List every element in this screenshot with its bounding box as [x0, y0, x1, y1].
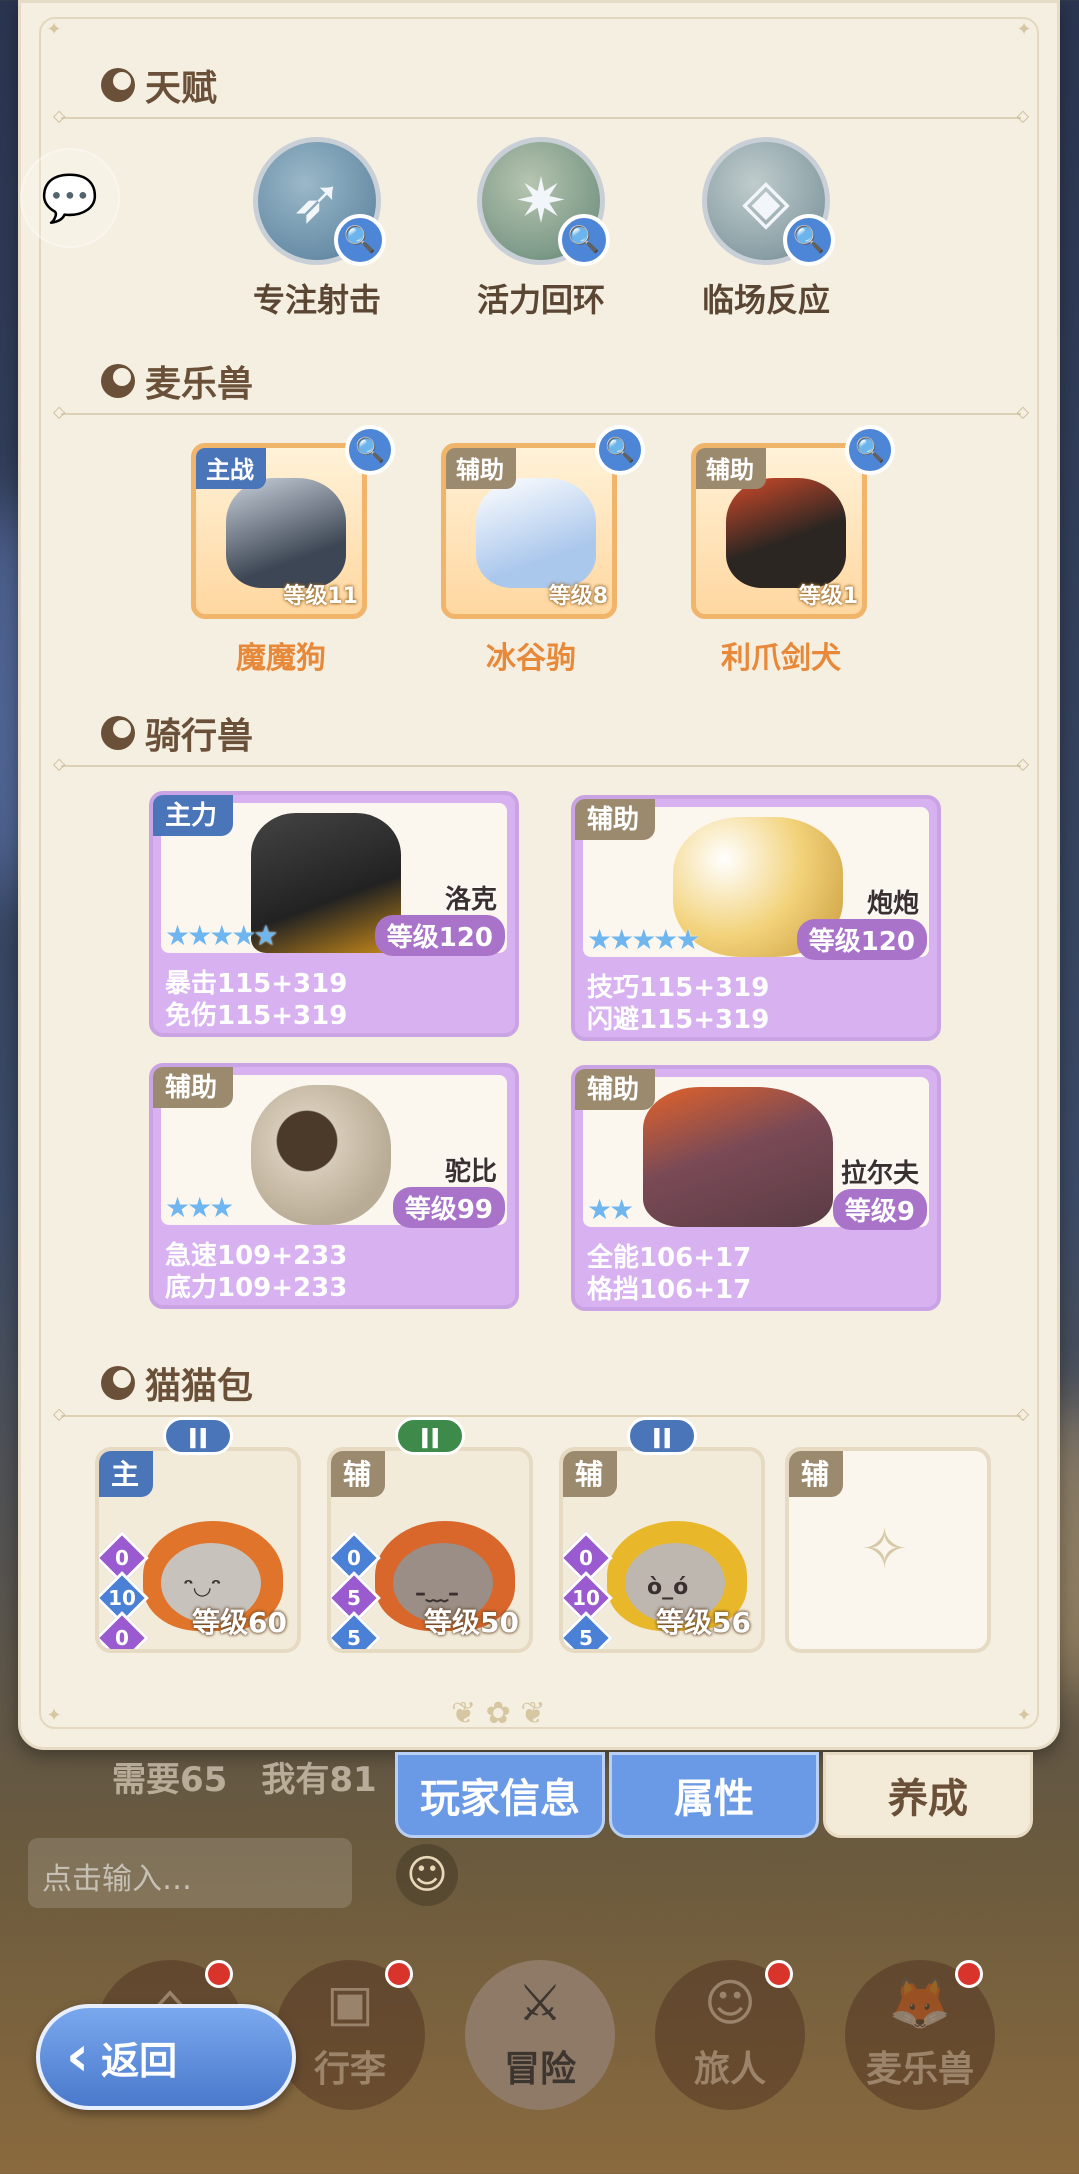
tab-attributes[interactable]: 属性: [609, 1752, 819, 1838]
tab-bar: 玩家信息 属性 养成: [395, 1752, 1033, 1838]
dragon-dog-icon: [226, 478, 346, 588]
pet-portrait: 辅助 等级8: [441, 443, 617, 619]
nav-circle: 🦊 麦乐兽: [845, 1960, 995, 2110]
pet-card[interactable]: 辅助 等级8 🔍 冰谷驹: [441, 425, 645, 677]
section-title-mounts: 骑行兽: [101, 707, 253, 759]
tab-player-info[interactable]: 玩家信息: [395, 1752, 605, 1838]
emoji-icon[interactable]: ☺: [396, 1844, 458, 1906]
gem-badge: 0: [99, 1611, 149, 1649]
gem-badge: 5: [331, 1611, 381, 1649]
star-burst-icon: ✷ 🔍: [477, 137, 610, 266]
bow-icon: ➶ 🔍: [253, 137, 386, 266]
corner-ornament-icon: ✦: [46, 19, 62, 40]
cat-card[interactable]: ò_ó 辅 0 10 5 等级56 II: [559, 1417, 765, 1653]
cat-card-empty[interactable]: 辅 ✧: [785, 1447, 991, 1653]
gem-badge: 5: [563, 1611, 613, 1649]
magnify-icon[interactable]: 🔍: [845, 425, 895, 475]
magnify-icon[interactable]: 🔍: [334, 214, 386, 266]
chat-input[interactable]: 点击输入…: [28, 1838, 352, 1908]
section-title-pets: 麦乐兽: [101, 355, 253, 407]
corner-ornament-icon: ✦: [1016, 1705, 1032, 1726]
claw-dog-icon: [726, 478, 846, 588]
back-button[interactable]: ‹ 返回: [36, 2004, 296, 2110]
magnify-icon[interactable]: 🔍: [595, 425, 645, 475]
chat-bubble-icon[interactable]: 💬: [20, 148, 120, 248]
cat-portrait: ᵔ◡ᵔ 主 0 10 0 等级60: [95, 1447, 301, 1653]
nav-circle: ⚔ 冒险: [465, 1960, 615, 2110]
moon-icon: [101, 68, 135, 102]
cat-portrait: ò_ó 辅 0 10 5 等级56: [559, 1447, 765, 1653]
tab-growth[interactable]: 养成: [823, 1752, 1033, 1838]
cat-card[interactable]: ᵔ◡ᵔ 主 0 10 0 等级60 II: [95, 1417, 301, 1653]
moon-icon: [101, 364, 135, 398]
pet-card[interactable]: 辅助 等级1 🔍 利爪剑犬: [691, 425, 895, 677]
nav-pets[interactable]: 🦊 麦乐兽: [840, 1960, 1000, 2150]
divider: [53, 754, 1029, 773]
section-title-cats: 猫猫包: [101, 1357, 253, 1409]
magnify-icon[interactable]: 🔍: [783, 214, 835, 266]
crossed-swords-icon: ⚔: [517, 1974, 563, 2032]
pet-portrait: 主战 等级11: [191, 443, 367, 619]
resource-text: 需要65 我有81: [112, 1760, 377, 1800]
wolf-icon: [643, 1087, 833, 1227]
notification-dot: [765, 1960, 793, 1988]
ice-pony-icon: [476, 478, 596, 588]
divider: [53, 106, 1029, 125]
player-profile-panel: ✦ ✦ ✦ ✦ 天赋 ➶ 🔍 专注射击 ✷ 🔍 活力回环 ◈ 🔍 临场反应 麦乐…: [18, 0, 1060, 1750]
notification-dot: [955, 1960, 983, 1988]
corner-ornament-icon: ✦: [1016, 19, 1032, 40]
cat-card[interactable]: –﹏– 辅 0 5 5 等级50 II: [327, 1417, 533, 1653]
alpaca-icon: [251, 1085, 391, 1225]
magnify-icon[interactable]: 🔍: [345, 425, 395, 475]
moon-icon: [101, 1366, 135, 1400]
pet-portrait: 辅助 等级1: [691, 443, 867, 619]
corner-ornament-icon: ✦: [46, 1705, 62, 1726]
moon-icon: [101, 716, 135, 750]
magnify-icon[interactable]: 🔍: [558, 214, 610, 266]
nav-travelers[interactable]: ☺ 旅人: [650, 1960, 810, 2150]
talent-item[interactable]: ✷ 🔍 活力回环: [441, 137, 641, 321]
nav-adventure[interactable]: ⚔ 冒险: [460, 1960, 620, 2150]
bottom-ornament-icon: ❦ ✿ ❦: [451, 1696, 546, 1731]
plus-diamond-icon: ✧: [861, 1517, 908, 1582]
divider: [53, 402, 1029, 421]
section-title-talent: 天赋: [101, 59, 217, 111]
mount-card[interactable]: 辅助 炮炮 ★★★★★ 等级120 技巧115+319 闪避115+319: [571, 795, 941, 1041]
nav-circle: ☺ 旅人: [655, 1960, 805, 2110]
mount-card[interactable]: 辅助 驼比 ★★★ 等级99 急速109+233 底力109+233: [149, 1063, 519, 1309]
mount-card[interactable]: 主力 洛克 ★★★★★ 等级120 暴击115+319 免伤115+319: [149, 791, 519, 1037]
talent-item[interactable]: ◈ 🔍 临场反应: [666, 137, 866, 321]
notification-dot: [205, 1960, 233, 1988]
empty-slot: 辅 ✧: [785, 1447, 991, 1653]
nav-circle: ▣ 行李: [275, 1960, 425, 2110]
cat-portrait: –﹏– 辅 0 5 5 等级50: [327, 1447, 533, 1653]
diamond-icon: ◈ 🔍: [702, 137, 835, 266]
pet-card[interactable]: 主战 等级11 🔍 魔魔狗: [191, 425, 395, 677]
mount-card[interactable]: 辅助 拉尔夫 ★★ 等级9 全能106+17 格挡106+17: [571, 1065, 941, 1311]
notification-dot: [385, 1960, 413, 1988]
back-arrow-icon: ‹: [66, 2024, 90, 2089]
talent-item[interactable]: ➶ 🔍 专注射击: [217, 137, 417, 321]
